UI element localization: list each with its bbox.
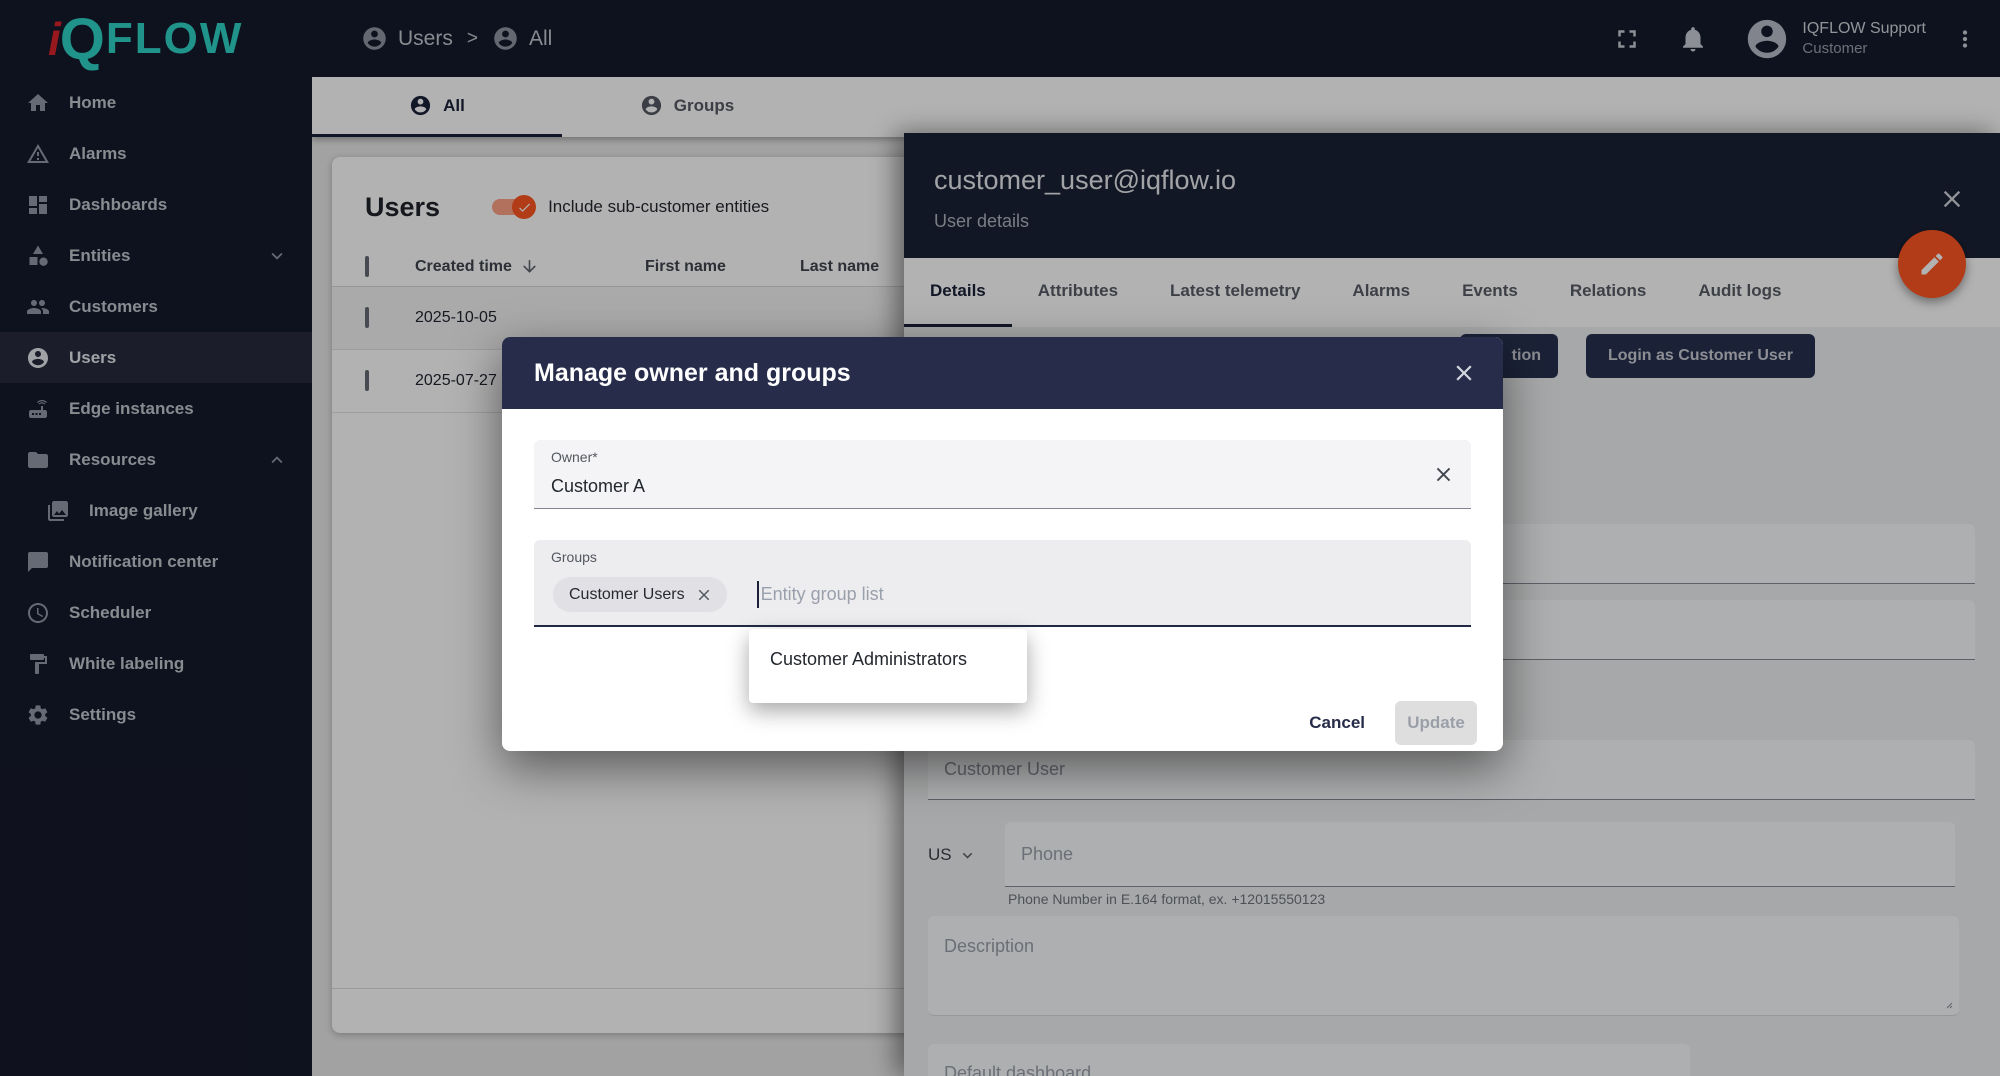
entity-group-input[interactable] (761, 584, 1455, 605)
dialog-header: Manage owner and groups (502, 337, 1503, 409)
dialog-body: Owner* Groups Customer Users (502, 409, 1503, 627)
dialog-footer: Cancel Update (1295, 701, 1477, 745)
group-options-dropdown: Customer Administrators (749, 629, 1027, 703)
owner-field: Owner* (534, 440, 1471, 509)
remove-chip-icon[interactable] (695, 586, 713, 604)
update-button[interactable]: Update (1395, 701, 1477, 745)
app-root: iQFLOW Users > All IQFLOW Support Custom… (0, 0, 2000, 1076)
option-customer-administrators[interactable]: Customer Administrators (749, 629, 1027, 670)
clear-owner-icon[interactable] (1432, 463, 1455, 486)
groups-chip-row: Customer Users (553, 577, 1455, 612)
groups-field: Groups Customer Users (534, 540, 1471, 627)
owner-label: Owner* (551, 449, 598, 465)
cancel-button[interactable]: Cancel (1295, 703, 1379, 743)
group-chip[interactable]: Customer Users (553, 577, 727, 612)
text-cursor (757, 581, 759, 608)
close-icon[interactable] (1451, 360, 1477, 386)
owner-input[interactable] (551, 476, 1301, 497)
groups-label: Groups (551, 549, 597, 565)
dialog-title: Manage owner and groups (534, 359, 851, 388)
